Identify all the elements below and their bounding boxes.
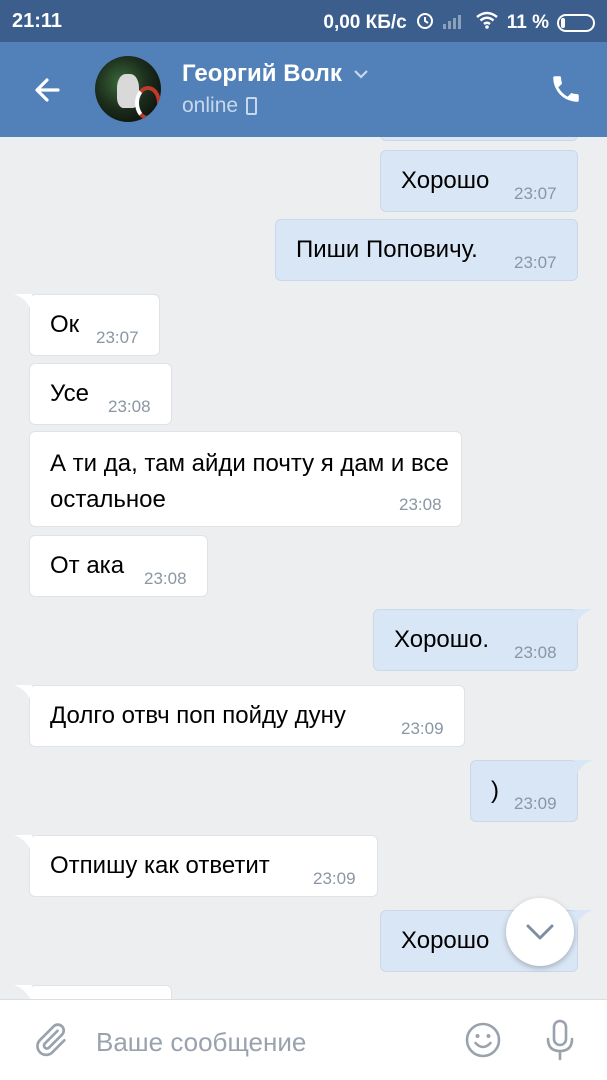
- message-time: 23:07: [96, 328, 139, 347]
- message-text: Долго отвч поп пойду дуну: [50, 702, 346, 729]
- contact-name: Георгий Волк: [182, 60, 342, 87]
- message-bubble-out[interactable]: ) 23:09: [470, 760, 593, 822]
- message-bubble-in[interactable]: От ака 23:08: [29, 535, 208, 597]
- chevron-down-icon: [526, 924, 554, 940]
- contact-name-dropdown[interactable]: Георгий Волк: [182, 60, 370, 88]
- message-bubble-out[interactable]: Хорошо 23:07: [380, 150, 578, 212]
- status-text: online: [182, 94, 239, 117]
- message-bubble-in[interactable]: Усе 23:08: [29, 363, 172, 425]
- message-time: 23:08: [514, 643, 557, 662]
- wifi-icon: [475, 11, 499, 35]
- message-text: От ака: [50, 552, 125, 579]
- bubble-tail: [14, 685, 32, 701]
- alarm-icon: [415, 10, 435, 36]
- message-bubble-partial: [14, 985, 172, 999]
- message-text: Ок: [50, 311, 80, 338]
- status-bar: 21:11 0,00 КБ/с 11 %: [0, 0, 607, 42]
- avatar[interactable]: [95, 56, 161, 122]
- message-time: 23:07: [514, 184, 557, 203]
- network-speed: 0,00 КБ/с: [323, 12, 407, 33]
- status-right: 0,00 КБ/с 11 %: [323, 10, 595, 36]
- smiley-icon: [465, 1022, 501, 1058]
- message-time: 23:09: [313, 869, 356, 888]
- microphone-icon: [546, 1019, 574, 1061]
- message-text: Хорошо: [401, 927, 490, 954]
- message-time: 23:08: [144, 569, 187, 588]
- emoji-button[interactable]: [463, 1020, 503, 1060]
- message-text: Пиши Поповичу.: [296, 236, 478, 263]
- bubble-tail: [14, 835, 32, 851]
- contact-status: online: [182, 94, 258, 118]
- bubble-tail: [14, 294, 32, 310]
- back-button[interactable]: [28, 70, 68, 110]
- battery-icon: [557, 14, 595, 32]
- message-time: 23:09: [514, 794, 557, 813]
- message-text: ): [491, 777, 499, 804]
- scroll-to-bottom-button[interactable]: [506, 898, 574, 966]
- message-bubble-in[interactable]: Долго отвч поп пойду дуну 23:09: [14, 685, 465, 747]
- chevron-down-icon: [354, 70, 368, 79]
- message-bubble-out[interactable]: Пиши Поповичу. 23:07: [275, 219, 578, 281]
- message-text: Хорошо: [401, 167, 490, 194]
- battery-percent: 11 %: [506, 12, 549, 33]
- attach-button[interactable]: [30, 1020, 70, 1060]
- message-time: 23:08: [399, 495, 442, 514]
- message-time: 23:09: [401, 719, 444, 738]
- bubble-tail: [14, 985, 32, 999]
- message-text: Хорошо.: [394, 626, 490, 653]
- message-list[interactable]: Хорошо 23:07 Пиши Поповичу. 23:07 Ок 23:…: [0, 137, 607, 999]
- signal-icon: [442, 11, 467, 35]
- phone-icon: [553, 76, 579, 102]
- chat-header: Георгий Волк online: [0, 42, 607, 137]
- message-bubble-in[interactable]: А ти да, там айди почту я дам и все оста…: [29, 431, 462, 527]
- message-bubble-partial: [380, 137, 578, 141]
- bubble-tail: [575, 609, 593, 625]
- message-text: Отпишу как ответит: [50, 852, 270, 879]
- composer-bar: [0, 999, 607, 1080]
- call-button[interactable]: [549, 72, 583, 106]
- message-time: 23:07: [514, 253, 557, 272]
- message-input[interactable]: [96, 1022, 436, 1062]
- status-time: 21:11: [12, 10, 63, 32]
- voice-message-button[interactable]: [543, 1018, 577, 1062]
- mobile-device-icon: [246, 97, 258, 115]
- message-time: 23:08: [108, 397, 151, 416]
- bubble-tail: [575, 910, 593, 926]
- paperclip-icon: [36, 1023, 66, 1057]
- bubble-tail: [575, 760, 593, 776]
- arrow-left-icon: [35, 78, 60, 102]
- message-text: Усе: [50, 380, 89, 407]
- message-bubble-out[interactable]: Хорошо. 23:08: [373, 609, 593, 671]
- message-text: А ти да, там айди почту я дам и все оста…: [50, 450, 449, 513]
- message-bubble-in[interactable]: Отпишу как ответит 23:09: [14, 835, 378, 897]
- message-bubble-in[interactable]: Ок 23:07: [14, 294, 160, 356]
